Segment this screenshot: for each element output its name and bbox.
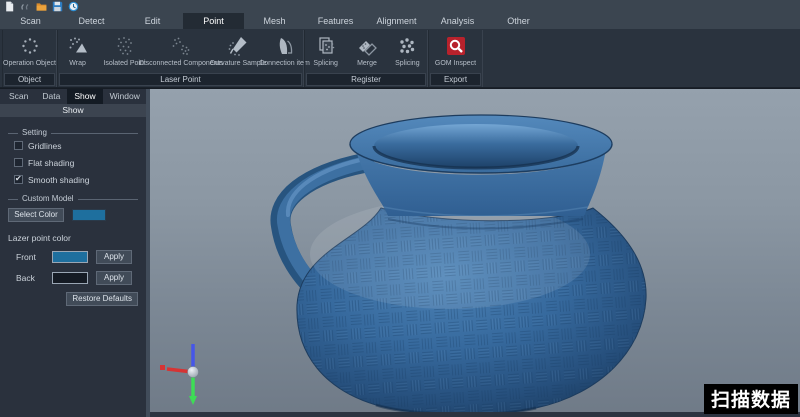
menu-item-features[interactable]: Features (305, 13, 366, 29)
gridlines-checkbox-row[interactable]: Gridlines (14, 140, 138, 151)
gom-inspect-button[interactable]: GOM Inspect (429, 30, 482, 72)
toolbar-group-laser-point: Wrap Isolated Point Disconnected Compone… (57, 30, 304, 87)
smooth-shading-checkbox-row[interactable]: Smooth shading (14, 174, 138, 185)
scan-software-window: Scan Detect Edit Point Mesh Features Ali… (0, 0, 800, 417)
tab-scan[interactable]: Scan (2, 89, 35, 104)
pot-rim (350, 115, 612, 173)
menu-item-detect[interactable]: Detect (61, 13, 122, 29)
viewport-3d[interactable]: 扫描数据 (150, 89, 800, 417)
splicing-document-icon (315, 33, 337, 59)
menubar: Scan Detect Edit Point Mesh Features Ali… (0, 13, 800, 29)
toolbar-group-label: Laser Point (59, 73, 302, 86)
disconnected-components-icon (170, 33, 192, 59)
tab-window[interactable]: Window (103, 89, 147, 104)
curvature-sample-button[interactable]: Curvature Sample (210, 30, 266, 72)
custom-model-group: Custom Model Select Color (8, 199, 138, 222)
back-label: Back (16, 273, 52, 283)
pot-body (297, 199, 646, 414)
wrap-button[interactable]: Wrap (58, 30, 97, 72)
model-color-swatch[interactable] (72, 209, 106, 221)
gom-inspect-icon (445, 33, 467, 59)
menu-item-scan[interactable]: Scan (0, 13, 61, 29)
tab-show[interactable]: Show (67, 89, 102, 104)
gridlines-checkbox[interactable] (14, 141, 23, 150)
save-icon[interactable] (52, 1, 63, 12)
toolbar-empty-area (483, 30, 800, 87)
select-color-button[interactable]: Select Color (8, 208, 64, 222)
splicing-button[interactable]: Splicing (305, 30, 346, 72)
show-settings-panel: Setting Gridlines Flat shading Smooth sh… (0, 117, 146, 417)
sidebar-panel: Scan Data Show Window Show Setting Gridl… (0, 89, 146, 417)
front-apply-button[interactable]: Apply (96, 250, 132, 264)
tab-data[interactable]: Data (35, 89, 67, 104)
x-axis-label-mark (160, 365, 165, 370)
open-folder-icon[interactable] (36, 1, 47, 12)
toolbar-group-label: Register (306, 73, 426, 86)
lazer-point-color-label: Lazer point color (8, 233, 71, 243)
flat-shading-checkbox-row[interactable]: Flat shading (14, 157, 138, 168)
restore-defaults-button[interactable]: Restore Defaults (66, 292, 138, 306)
splicing-points-icon (396, 33, 418, 59)
ribbon-toolbar: Operation Object Object Wrap Isolated Po… (0, 29, 800, 88)
sidebar-tabs: Scan Data Show Window (0, 89, 146, 104)
pottery-scan-model (150, 89, 800, 417)
viewport-bottom-strip (150, 412, 800, 417)
merge-button[interactable]: Merge (346, 30, 387, 72)
splicing-points-button[interactable]: Splicing (388, 30, 427, 72)
back-apply-button[interactable]: Apply (96, 271, 132, 285)
isolated-point-icon (114, 33, 136, 59)
menu-item-other[interactable]: Other (488, 13, 549, 29)
menu-item-point[interactable]: Point (183, 13, 244, 29)
main-area: Scan Data Show Window Show Setting Gridl… (0, 88, 800, 417)
front-color-swatch[interactable] (52, 251, 88, 263)
scan-data-caption: 扫描数据 (704, 384, 798, 414)
toolbar-group-object: Operation Object Object (2, 30, 57, 87)
toolbar-group-label: Export (430, 73, 481, 86)
axis-gizmo (160, 344, 199, 405)
curvature-sample-icon (227, 33, 249, 59)
menu-item-mesh[interactable]: Mesh (244, 13, 305, 29)
connection-item-icon (274, 33, 296, 59)
panel-header: Show (0, 104, 146, 117)
smooth-shading-checkbox[interactable] (14, 175, 23, 184)
front-label: Front (16, 252, 52, 262)
operation-object-button[interactable]: Operation Object (3, 30, 56, 72)
titlebar (0, 0, 800, 13)
dotted-circle-icon (19, 33, 41, 59)
back-color-swatch[interactable] (52, 272, 88, 284)
disconnected-components-button[interactable]: Disconnected Components (152, 30, 210, 72)
toolbar-group-register: Splicing Merge Splicing Register (304, 30, 428, 87)
setting-group: Setting Gridlines Flat shading Smooth sh… (8, 133, 138, 185)
undo-icon[interactable] (20, 1, 31, 12)
merge-icon (356, 33, 378, 59)
menu-item-analysis[interactable]: Analysis (427, 13, 488, 29)
new-file-icon[interactable] (4, 1, 15, 12)
wrap-icon (67, 33, 89, 59)
flat-shading-checkbox[interactable] (14, 158, 23, 167)
history-icon[interactable] (68, 1, 79, 12)
connection-item-button[interactable]: Connection item (266, 30, 303, 72)
menu-item-alignment[interactable]: Alignment (366, 13, 427, 29)
toolbar-group-label: Object (4, 73, 55, 86)
menu-item-edit[interactable]: Edit (122, 13, 183, 29)
toolbar-group-export: GOM Inspect Export (428, 30, 483, 87)
